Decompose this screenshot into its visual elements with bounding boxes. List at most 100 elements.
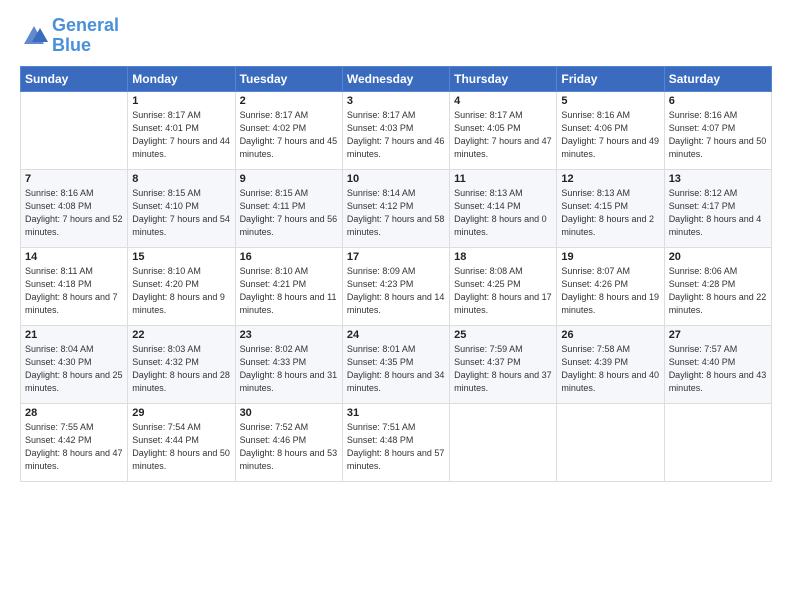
day-info: Sunrise: 8:16 AMSunset: 4:07 PMDaylight:… — [669, 109, 767, 161]
day-info: Sunrise: 7:51 AMSunset: 4:48 PMDaylight:… — [347, 421, 445, 473]
day-number: 19 — [561, 251, 659, 263]
calendar-week-row: 1 Sunrise: 8:17 AMSunset: 4:01 PMDaylight… — [21, 91, 772, 169]
day-number: 25 — [454, 329, 552, 341]
col-header-tuesday: Tuesday — [235, 66, 342, 91]
calendar-day-26: 26 Sunrise: 7:58 AMSunset: 4:39 PMDayligh… — [557, 325, 664, 403]
day-number: 24 — [347, 329, 445, 341]
day-number: 27 — [669, 329, 767, 341]
day-info: Sunrise: 7:55 AMSunset: 4:42 PMDaylight:… — [25, 421, 123, 473]
day-info: Sunrise: 8:03 AMSunset: 4:32 PMDaylight:… — [132, 343, 230, 395]
day-info: Sunrise: 8:10 AMSunset: 4:21 PMDaylight:… — [240, 265, 338, 317]
calendar-empty-cell — [557, 403, 664, 481]
day-number: 21 — [25, 329, 123, 341]
header: General Blue — [20, 16, 772, 56]
calendar-header-row: SundayMondayTuesdayWednesdayThursdayFrid… — [21, 66, 772, 91]
calendar-day-11: 11 Sunrise: 8:13 AMSunset: 4:14 PMDayligh… — [450, 169, 557, 247]
day-info: Sunrise: 7:58 AMSunset: 4:39 PMDaylight:… — [561, 343, 659, 395]
calendar-day-23: 23Sunrise: 8:02 AMSunset: 4:33 PMDayligh… — [235, 325, 342, 403]
calendar-day-24: 24Sunrise: 8:01 AMSunset: 4:35 PMDayligh… — [342, 325, 449, 403]
day-info: Sunrise: 7:59 AMSunset: 4:37 PMDaylight:… — [454, 343, 552, 395]
calendar-day-31: 31 Sunrise: 7:51 AMSunset: 4:48 PMDayligh… — [342, 403, 449, 481]
day-number: 8 — [132, 173, 230, 185]
day-info: Sunrise: 7:52 AMSunset: 4:46 PMDaylight:… — [240, 421, 338, 473]
day-number: 15 — [132, 251, 230, 263]
col-header-friday: Friday — [557, 66, 664, 91]
logo-text: General Blue — [52, 16, 119, 56]
day-info: Sunrise: 8:13 AMSunset: 4:15 PMDaylight:… — [561, 187, 659, 239]
day-info: Sunrise: 8:11 AMSunset: 4:18 PMDaylight:… — [25, 265, 123, 317]
day-info: Sunrise: 8:15 AMSunset: 4:11 PMDaylight:… — [240, 187, 338, 239]
day-number: 17 — [347, 251, 445, 263]
day-number: 10 — [347, 173, 445, 185]
day-number: 28 — [25, 407, 123, 419]
calendar-week-row: 14 Sunrise: 8:11 AMSunset: 4:18 PMDayligh… — [21, 247, 772, 325]
day-number: 4 — [454, 95, 552, 107]
day-number: 13 — [669, 173, 767, 185]
day-info: Sunrise: 8:16 AMSunset: 4:08 PMDaylight:… — [25, 187, 123, 239]
calendar-empty-cell — [664, 403, 771, 481]
day-info: Sunrise: 8:16 AMSunset: 4:06 PMDaylight:… — [561, 109, 659, 161]
day-info: Sunrise: 8:04 AMSunset: 4:30 PMDaylight:… — [25, 343, 123, 395]
calendar-day-3: 3 Sunrise: 8:17 AMSunset: 4:03 PMDaylight… — [342, 91, 449, 169]
day-number: 9 — [240, 173, 338, 185]
calendar-day-29: 29 Sunrise: 7:54 AMSunset: 4:44 PMDayligh… — [128, 403, 235, 481]
day-number: 7 — [25, 173, 123, 185]
day-number: 22 — [132, 329, 230, 341]
calendar-day-12: 12 Sunrise: 8:13 AMSunset: 4:15 PMDayligh… — [557, 169, 664, 247]
calendar-day-14: 14 Sunrise: 8:11 AMSunset: 4:18 PMDayligh… — [21, 247, 128, 325]
calendar-day-18: 18 Sunrise: 8:08 AMSunset: 4:25 PMDayligh… — [450, 247, 557, 325]
col-header-thursday: Thursday — [450, 66, 557, 91]
day-info: Sunrise: 8:17 AMSunset: 4:05 PMDaylight:… — [454, 109, 552, 161]
calendar-day-17: 17 Sunrise: 8:09 AMSunset: 4:23 PMDayligh… — [342, 247, 449, 325]
col-header-wednesday: Wednesday — [342, 66, 449, 91]
day-number: 16 — [240, 251, 338, 263]
day-number: 12 — [561, 173, 659, 185]
day-number: 23 — [240, 329, 338, 341]
day-info: Sunrise: 8:06 AMSunset: 4:28 PMDaylight:… — [669, 265, 767, 317]
calendar-day-9: 9 Sunrise: 8:15 AMSunset: 4:11 PMDaylight… — [235, 169, 342, 247]
day-number: 2 — [240, 95, 338, 107]
day-info: Sunrise: 8:13 AMSunset: 4:14 PMDaylight:… — [454, 187, 552, 239]
calendar-day-30: 30 Sunrise: 7:52 AMSunset: 4:46 PMDayligh… — [235, 403, 342, 481]
calendar-day-28: 28 Sunrise: 7:55 AMSunset: 4:42 PMDayligh… — [21, 403, 128, 481]
day-number: 29 — [132, 407, 230, 419]
day-info: Sunrise: 8:08 AMSunset: 4:25 PMDaylight:… — [454, 265, 552, 317]
calendar-table: SundayMondayTuesdayWednesdayThursdayFrid… — [20, 66, 772, 482]
logo: General Blue — [20, 16, 119, 56]
day-info: Sunrise: 8:15 AMSunset: 4:10 PMDaylight:… — [132, 187, 230, 239]
day-info: Sunrise: 7:57 AMSunset: 4:40 PMDaylight:… — [669, 343, 767, 395]
day-number: 18 — [454, 251, 552, 263]
calendar-day-20: 20 Sunrise: 8:06 AMSunset: 4:28 PMDayligh… — [664, 247, 771, 325]
day-number: 1 — [132, 95, 230, 107]
calendar-day-2: 2Sunrise: 8:17 AMSunset: 4:02 PMDaylight… — [235, 91, 342, 169]
calendar-day-21: 21 Sunrise: 8:04 AMSunset: 4:30 PMDayligh… — [21, 325, 128, 403]
day-number: 30 — [240, 407, 338, 419]
day-info: Sunrise: 8:09 AMSunset: 4:23 PMDaylight:… — [347, 265, 445, 317]
page: General Blue SundayMondayTuesdayWednesda… — [0, 0, 792, 612]
calendar-week-row: 7 Sunrise: 8:16 AMSunset: 4:08 PMDaylight… — [21, 169, 772, 247]
day-info: Sunrise: 8:14 AMSunset: 4:12 PMDaylight:… — [347, 187, 445, 239]
calendar-day-7: 7 Sunrise: 8:16 AMSunset: 4:08 PMDaylight… — [21, 169, 128, 247]
calendar-day-22: 22 Sunrise: 8:03 AMSunset: 4:32 PMDayligh… — [128, 325, 235, 403]
logo-icon — [20, 22, 48, 50]
day-number: 31 — [347, 407, 445, 419]
day-info: Sunrise: 8:17 AMSunset: 4:01 PMDaylight:… — [132, 109, 230, 161]
day-number: 20 — [669, 251, 767, 263]
day-info: Sunrise: 8:17 AMSunset: 4:03 PMDaylight:… — [347, 109, 445, 161]
day-number: 11 — [454, 173, 552, 185]
calendar-day-6: 6 Sunrise: 8:16 AMSunset: 4:07 PMDaylight… — [664, 91, 771, 169]
day-info: Sunrise: 7:54 AMSunset: 4:44 PMDaylight:… — [132, 421, 230, 473]
calendar-day-16: 16 Sunrise: 8:10 AMSunset: 4:21 PMDayligh… — [235, 247, 342, 325]
day-number: 3 — [347, 95, 445, 107]
calendar-day-19: 19 Sunrise: 8:07 AMSunset: 4:26 PMDayligh… — [557, 247, 664, 325]
day-info: Sunrise: 8:10 AMSunset: 4:20 PMDaylight:… — [132, 265, 230, 317]
day-number: 26 — [561, 329, 659, 341]
day-number: 14 — [25, 251, 123, 263]
calendar-day-25: 25 Sunrise: 7:59 AMSunset: 4:37 PMDayligh… — [450, 325, 557, 403]
col-header-sunday: Sunday — [21, 66, 128, 91]
day-number: 6 — [669, 95, 767, 107]
calendar-day-5: 5Sunrise: 8:16 AMSunset: 4:06 PMDaylight… — [557, 91, 664, 169]
calendar-day-13: 13Sunrise: 8:12 AMSunset: 4:17 PMDayligh… — [664, 169, 771, 247]
day-info: Sunrise: 8:07 AMSunset: 4:26 PMDaylight:… — [561, 265, 659, 317]
calendar-week-row: 21 Sunrise: 8:04 AMSunset: 4:30 PMDayligh… — [21, 325, 772, 403]
